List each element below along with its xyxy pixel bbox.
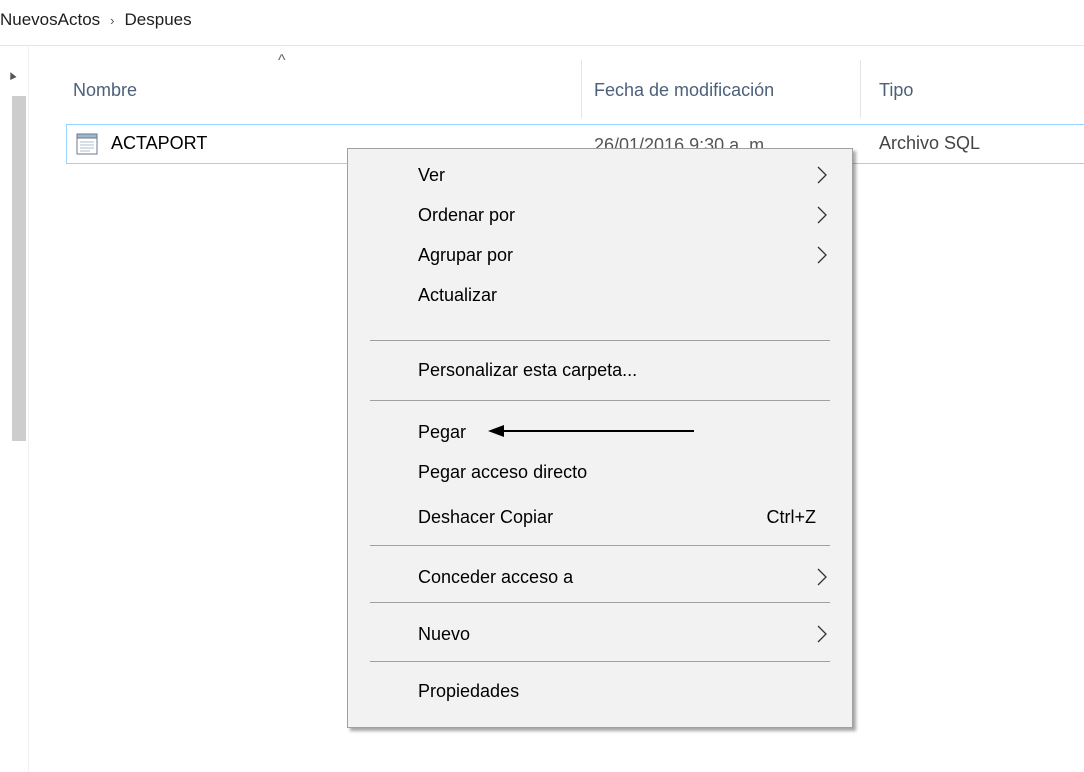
menu-item-agrupar-por[interactable]: Agrupar por (348, 235, 852, 275)
menu-separator (370, 340, 830, 341)
menu-item-deshacer-copiar[interactable]: Deshacer Copiar Ctrl+Z (348, 497, 852, 537)
submenu-arrow-icon (817, 166, 827, 184)
menu-item-label: Actualizar (418, 284, 498, 305)
submenu-arrow-icon (817, 206, 827, 224)
menu-item-label: Ordenar por (418, 204, 516, 225)
menu-item-ordenar-por[interactable]: Ordenar por (348, 195, 852, 235)
submenu-arrow-icon (817, 246, 827, 264)
menu-item-nuevo[interactable]: Nuevo (348, 614, 852, 654)
breadcrumb-separator-icon: › (110, 12, 115, 28)
menu-separator (370, 400, 830, 401)
file-name: ACTAPORT (111, 133, 208, 153)
menu-item-label: Personalizar esta carpeta... (418, 359, 638, 380)
file-type: Archivo SQL (879, 133, 981, 153)
menu-item-label: Conceder acceso a (418, 566, 574, 587)
navigation-scrollbar-thumb[interactable] (12, 96, 26, 441)
menu-item-label: Pegar (418, 421, 467, 442)
menu-item-propiedades[interactable]: Propiedades (348, 671, 852, 711)
menu-item-label: Ver (418, 164, 446, 185)
annotation-arrow-icon (488, 425, 694, 437)
menu-item-personalizar[interactable]: Personalizar esta carpeta... (348, 350, 852, 390)
breadcrumb-item-nuevosactos[interactable]: NuevosActos (0, 10, 100, 30)
column-header-name[interactable]: Nombre (73, 60, 137, 120)
column-header-date[interactable]: Fecha de modificación (594, 60, 774, 120)
submenu-arrow-icon (817, 568, 827, 586)
breadcrumb-item-despues[interactable]: Despues (125, 10, 192, 30)
sql-file-icon (76, 133, 98, 155)
sort-ascending-icon: ^ (278, 52, 286, 69)
menu-item-ver[interactable]: Ver (348, 155, 852, 195)
menu-separator (370, 545, 830, 546)
menu-item-label: Nuevo (418, 623, 471, 644)
column-divider[interactable] (860, 60, 861, 118)
menu-separator (370, 661, 830, 662)
menu-item-shortcut: Ctrl+Z (766, 506, 817, 527)
menu-item-conceder-acceso[interactable]: Conceder acceso a (348, 557, 852, 597)
menu-item-pegar-acceso-directo[interactable]: Pegar acceso directo (348, 452, 852, 492)
pane-divider (28, 46, 29, 772)
column-divider[interactable] (581, 60, 582, 118)
breadcrumb: NuevosActos › Despues (0, 8, 192, 32)
menu-item-label: Propiedades (418, 680, 520, 701)
menu-item-label: Pegar acceso directo (418, 461, 588, 482)
menu-item-label: Agrupar por (418, 244, 514, 265)
menu-item-actualizar[interactable]: Actualizar (348, 275, 852, 315)
submenu-arrow-icon (817, 625, 827, 643)
header-divider (0, 45, 1084, 46)
menu-item-label: Deshacer Copiar (418, 506, 554, 527)
column-header-type[interactable]: Tipo (879, 60, 913, 120)
menu-separator (370, 602, 830, 603)
